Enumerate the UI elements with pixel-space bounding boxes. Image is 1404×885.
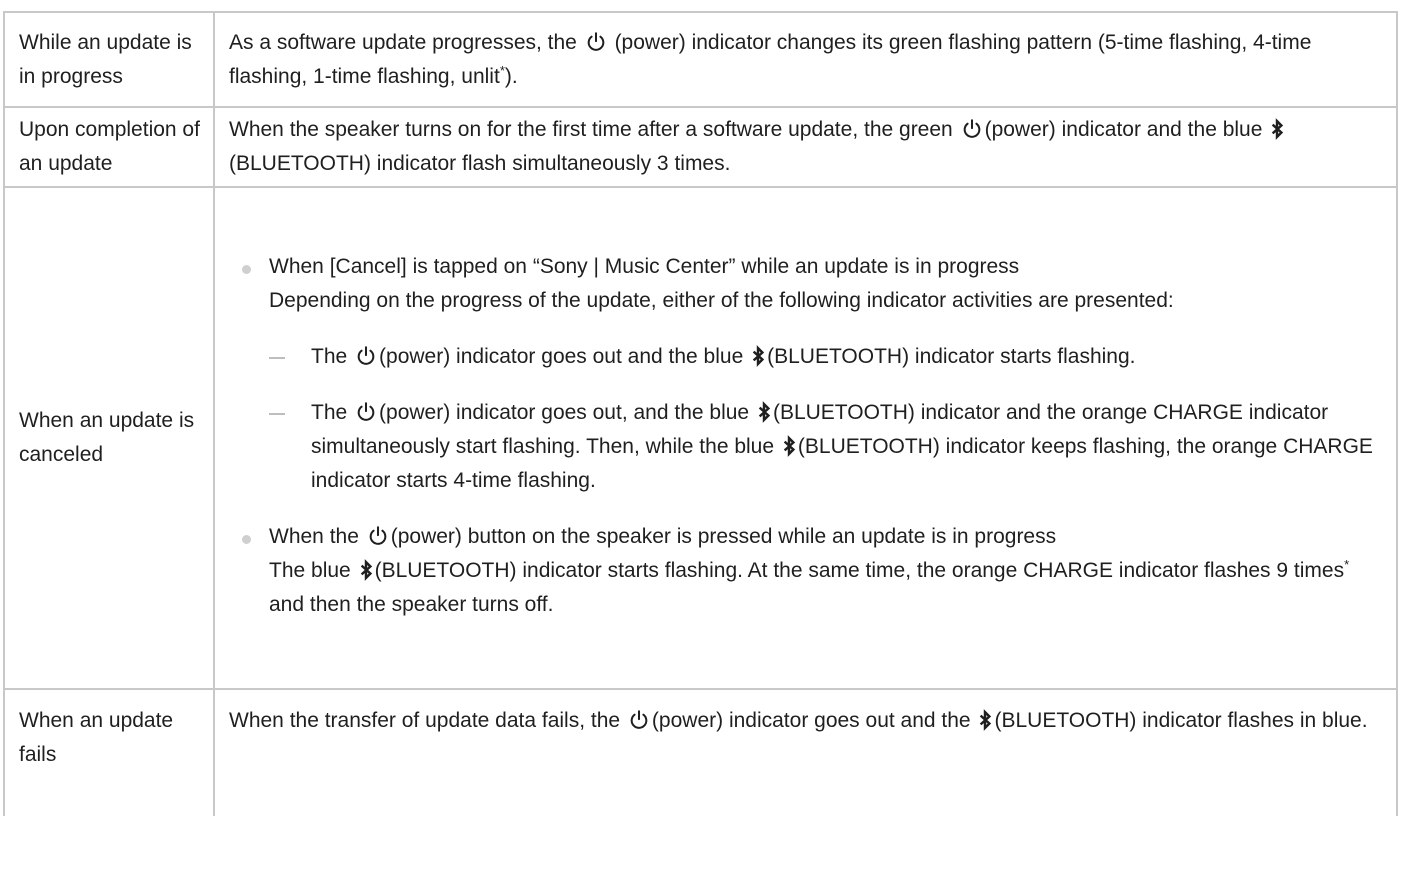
row-description: As a software update progresses, the (po… — [215, 13, 1398, 106]
bluetooth-icon — [751, 345, 765, 367]
row-label: When an update is canceled — [3, 188, 215, 688]
power-icon — [355, 345, 377, 367]
row-label: When an update fails — [3, 690, 215, 816]
bluetooth-icon — [1270, 118, 1284, 140]
bluetooth-icon — [359, 559, 373, 581]
list-item: The (power) indicator goes out, and the … — [269, 396, 1382, 498]
row-label: While an update is in progress — [3, 13, 215, 106]
power-icon — [961, 118, 983, 140]
table-row: When an update is canceled When [Cancel]… — [3, 188, 1398, 690]
row-description: When [Cancel] is tapped on “Sony | Music… — [215, 188, 1398, 688]
bluetooth-icon — [978, 709, 992, 731]
table-row: While an update is in progress As a soft… — [3, 13, 1398, 108]
footnote-mark: * — [499, 62, 505, 78]
list-item: When the (power) button on the speaker i… — [229, 520, 1382, 622]
update-indicator-table: While an update is in progress As a soft… — [3, 11, 1398, 816]
list-item: The (power) indicator goes out and the b… — [269, 340, 1382, 374]
table-row: Upon completion of an update When the sp… — [3, 108, 1398, 188]
footnote-mark: * — [1344, 557, 1350, 572]
row-description: When the speaker turns on for the first … — [215, 108, 1398, 186]
list-item: When [Cancel] is tapped on “Sony | Music… — [229, 250, 1382, 498]
bluetooth-icon — [757, 401, 771, 423]
power-icon — [585, 31, 607, 53]
row-label: Upon completion of an update — [3, 108, 215, 186]
bullet-list: When [Cancel] is tapped on “Sony | Music… — [229, 250, 1382, 622]
row-description: When the transfer of update data fails, … — [215, 690, 1398, 816]
bluetooth-icon — [782, 435, 796, 457]
power-icon — [628, 709, 650, 731]
power-icon — [367, 525, 389, 547]
power-icon — [355, 401, 377, 423]
sub-list: The (power) indicator goes out and the b… — [269, 340, 1382, 498]
table-row: When an update fails When the transfer o… — [3, 690, 1398, 816]
